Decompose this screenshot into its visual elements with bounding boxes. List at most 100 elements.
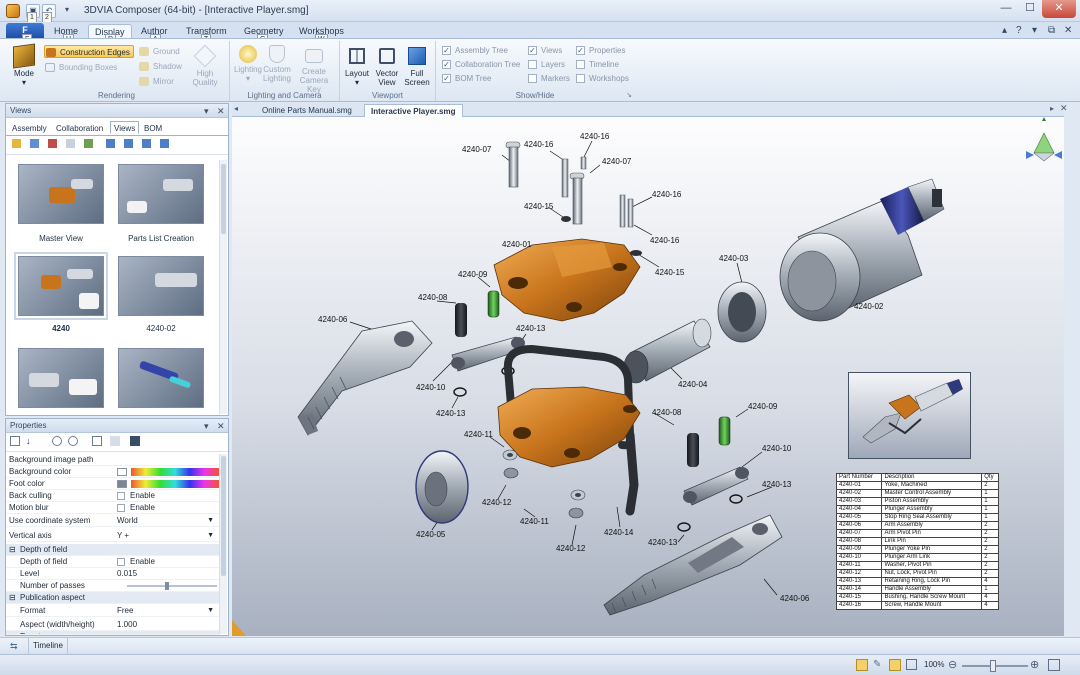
slider-thumb[interactable] [165,582,169,590]
timeline-checkbox[interactable]: Timeline [576,59,619,71]
callout-label[interactable]: 4240-03 [719,254,749,263]
zoom-out-icon[interactable]: ⊖ [948,658,957,671]
callout-label[interactable]: 4240-01 [502,240,532,249]
assembly-tree-checkbox[interactable]: ✓ Assembly Tree [442,45,508,57]
zoom-fit-icon[interactable] [1048,659,1060,671]
arm-pivot-pin[interactable] [569,172,585,225]
doc-tab-interactive-player[interactable]: Interactive Player.smg [364,104,463,117]
tab-scroll-right-icon[interactable]: ▸ [1050,104,1054,113]
depth-of-field-checkbox[interactable] [117,558,125,566]
panel-tab-assembly[interactable]: Assembly [8,121,51,134]
prop-back-culling[interactable]: Back culling Enable [6,490,220,502]
panel-tab-bom[interactable]: BOM [140,121,166,134]
view-thumbnail-parts-list[interactable] [118,164,204,224]
callout-label[interactable]: 4240-13 [762,480,792,489]
callout-label[interactable]: 4240-12 [482,498,512,507]
callout-label[interactable]: 4240-10 [762,444,792,453]
layout-button[interactable]: Layout ▾ [340,45,374,87]
table-row[interactable]: 4240-07 Arm Pivot Pin 2 [835,529,999,538]
bom-tree-checkbox[interactable]: ✓ BOM Tree [442,73,491,85]
callout-label[interactable]: 4240-10 [416,383,446,392]
mode-button[interactable]: Mode ▾ [6,43,42,87]
stop-ring-seal-assembly[interactable] [415,450,469,524]
zoom-slider-thumb[interactable] [990,660,996,672]
yoke-machined-lower[interactable] [497,386,641,468]
callout-label[interactable]: 4240-07 [602,157,632,166]
plunger-yoke-pin[interactable] [487,290,500,318]
callout-label[interactable]: 4240-09 [748,402,778,411]
table-row[interactable]: 4240-09 Plunger Yoke Pin 2 [835,545,999,554]
callout-label[interactable]: 4240-16 [650,236,680,245]
prop-aspect[interactable]: Aspect (width/height) 1.000 [6,619,220,631]
color-picker-bar[interactable] [131,480,219,488]
zoom-slider[interactable] [962,660,1028,672]
callout-label[interactable]: 4240-11 [464,430,493,439]
workshops-checkbox[interactable]: Workshops [576,73,629,85]
prop-format[interactable]: Format Free ▼ [6,605,220,617]
copy-props-icon[interactable] [92,436,102,446]
view-option-1-icon[interactable] [106,139,115,148]
color-swatch[interactable] [117,468,127,476]
layers-checkbox[interactable]: Layers [528,59,565,71]
prop-section-publication-aspect[interactable]: ⊟ Publication aspect [6,592,220,604]
restore-icon[interactable]: ⧉ [1048,25,1055,36]
edit-view-icon[interactable] [84,139,93,148]
view-thumbnail-master[interactable] [18,164,104,224]
custom-lighting-button[interactable]: Custom Lighting [260,45,294,83]
view-option-3-icon[interactable] [142,139,151,148]
new-view-icon[interactable] [12,139,21,148]
callout-label[interactable]: 4240-07 [462,145,492,154]
table-row[interactable]: 4240-08 Link Pin 2 [835,537,999,546]
prop-vertical-axis[interactable]: Vertical axis Y + ▼ [6,530,220,542]
panel-tab-views[interactable]: Views [110,121,140,134]
tab-scroll-left-icon[interactable]: ◂ [234,104,238,113]
ground-button[interactable]: Ground [138,45,180,58]
properties-scrollbar[interactable] [219,454,227,634]
dropdown-arrow-icon[interactable]: ▼ [207,515,214,527]
table-row[interactable]: 4240-02 Master Control Assembly 1 [835,489,999,498]
handle-mount-screw[interactable] [580,156,587,170]
prop-coordinate-system[interactable]: Use coordinate system World ▼ [6,515,220,527]
table-row[interactable]: 4240-03 Piston Assembly 1 [835,497,999,506]
callout-label[interactable]: 4240-14 [604,528,634,537]
handle-mount-screw[interactable] [619,194,626,228]
doc-close-icon[interactable]: ✕ [1064,25,1072,36]
help-icon[interactable]: ? [1016,25,1022,36]
pivot-pin-washer[interactable] [570,489,586,501]
callout-label[interactable]: 4240-05 [416,530,446,539]
maximize-button[interactable]: ☐ [1018,0,1042,18]
callout-label[interactable]: 4240-13 [516,324,546,333]
export-props-icon[interactable] [130,436,140,446]
full-screen-button[interactable]: Full Screen [400,45,434,87]
view-option-2-icon[interactable] [124,139,133,148]
table-row[interactable]: 4240-16 Screw, Handle Mount 4 [835,601,999,610]
table-row[interactable]: 4240-12 Nut, Lock, Pivot Pin 2 [835,569,999,578]
link-pin[interactable] [687,433,699,467]
view-option-4-icon[interactable] [160,139,169,148]
style-icon[interactable]: ▴ [1002,25,1007,36]
callout-label[interactable]: 4240-16 [524,140,554,149]
pivot-pin-lock-nut[interactable] [568,507,584,519]
callout-label[interactable]: 4240-11 [520,517,549,526]
pin-icon[interactable]: ▾ [204,104,209,118]
passes-slider[interactable] [127,582,217,590]
views-scroll-thumb[interactable] [221,164,226,234]
reset-icon[interactable] [52,436,62,446]
prop-level[interactable]: Level 0.015 [6,568,220,580]
callout-label[interactable]: 4240-02 [854,302,884,311]
handle-mount-screw[interactable] [561,158,569,198]
table-row[interactable]: 4240-06 Arm Assembly 2 [835,521,999,530]
callout-label[interactable]: 4240-13 [436,409,466,418]
piston-assembly[interactable] [717,281,767,343]
pivot-pin-lock-nut[interactable] [503,467,519,479]
pivot-pin-washer[interactable] [502,449,518,461]
callout-label[interactable]: 4240-16 [580,132,610,141]
callout-label[interactable]: 4240-16 [652,190,682,199]
properties-scroll-thumb[interactable] [221,456,226,576]
panel-tab-collaboration[interactable]: Collaboration [52,121,107,134]
customize-quick-access-icon[interactable]: ▾ [60,4,74,18]
prop-section-event[interactable]: Event [6,631,220,635]
callout-label[interactable]: 4240-06 [780,594,810,603]
fit-page-icon[interactable] [906,659,917,670]
views-checkbox[interactable]: ✓ Views [528,45,562,57]
